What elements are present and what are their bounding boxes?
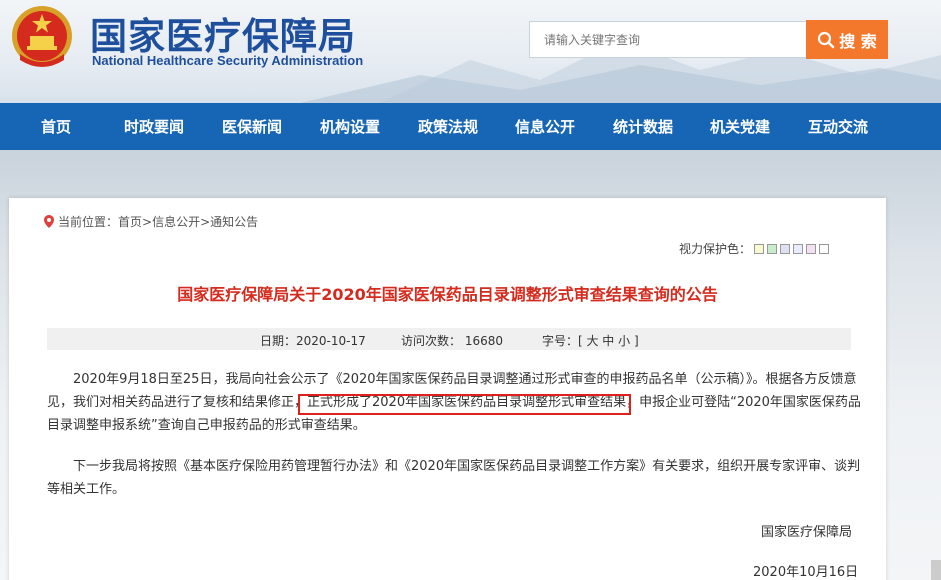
font-size-control[interactable]: 字号：[ 大 中 小 ] — [542, 332, 639, 349]
paragraph-line: 下一步我局将按照《基本医疗保险用药管理暂行办法》和《2020年国家医保药品目录调… — [73, 459, 861, 474]
article-paragraph-2: 下一步我局将按照《基本医疗保险用药管理暂行办法》和《2020年国家医保药品目录调… — [47, 455, 861, 501]
color-swatch-yellow[interactable] — [754, 243, 765, 254]
scrollbar[interactable] — [931, 560, 941, 580]
search-button[interactable]: 搜 索 — [806, 20, 888, 59]
article-meta: 日期：2020-10-17 访问次数： 16680 字号：[ 大 中 小 ] — [47, 328, 851, 350]
highlight-box — [298, 394, 631, 415]
site-title-cn[interactable]: 国家医疗保障局 — [90, 6, 356, 60]
article-title: 国家医疗保障局关于2020年国家医保药品目录调整形式审查结果查询的公告 — [177, 285, 718, 304]
paragraph-text: 见，我们对相关药品进行了复核和结果修正， — [47, 395, 308, 410]
article-sign-date: 2020年10月16日 — [753, 565, 859, 580]
vision-label: 视力保护色： — [679, 242, 752, 256]
breadcrumb-item-disclosure[interactable]: 信息公开 — [152, 213, 200, 230]
main-nav: 首页 时政要闻 医保新闻 机构设置 政策法规 信息公开 统计数据 机关党建 互动… — [0, 103, 941, 150]
location-pin-icon — [44, 215, 54, 228]
nav-item-interaction[interactable]: 互动交流 — [808, 103, 868, 150]
nav-item-policy[interactable]: 政策法规 — [418, 103, 478, 150]
color-swatch-pink[interactable] — [806, 243, 817, 254]
paragraph-line: 2020年9月18日至25日，我局向社会公示了《2020年国家医保药品目录调整通… — [73, 372, 857, 387]
nav-item-disclosure[interactable]: 信息公开 — [515, 103, 575, 150]
site-header: 国家医疗保障局 National Healthcare Security Adm… — [0, 0, 941, 103]
nav-item-statistics[interactable]: 统计数据 — [613, 103, 673, 150]
color-swatch-green[interactable] — [767, 243, 778, 254]
breadcrumb-separator: > — [200, 214, 211, 229]
breadcrumb: 当前位置： 首页 > 信息公开 > 通知公告 — [44, 213, 258, 230]
nav-item-medical-news[interactable]: 医保新闻 — [222, 103, 282, 150]
color-swatch-white[interactable] — [819, 243, 830, 254]
vision-protection-color: 视力保护色： — [679, 240, 830, 257]
nav-item-home[interactable]: 首页 — [41, 103, 71, 150]
article-visits: 访问次数： 16680 — [401, 334, 503, 348]
search-input[interactable] — [529, 21, 807, 58]
search-icon — [818, 31, 835, 48]
nav-item-news[interactable]: 时政要闻 — [124, 103, 184, 150]
nav-item-organization[interactable]: 机构设置 — [320, 103, 380, 150]
site-title-en: National Healthcare Security Administrat… — [92, 53, 364, 68]
article-signature: 国家医疗保障局 — [761, 525, 853, 540]
paragraph-line: 目录调整申报系统”查询自己申报药品的形式审查结果。 — [47, 418, 366, 433]
color-swatch-lavender[interactable] — [793, 243, 804, 254]
breadcrumb-item-home[interactable]: 首页 — [118, 213, 142, 230]
article-date: 日期：2020-10-17 — [260, 334, 366, 348]
search-button-label: 搜 索 — [839, 31, 877, 51]
breadcrumb-prefix: 当前位置： — [58, 215, 119, 229]
breadcrumb-separator: > — [142, 214, 153, 229]
national-emblem-icon — [12, 6, 72, 67]
breadcrumb-item-notices[interactable]: 通知公告 — [210, 213, 258, 230]
nav-item-party[interactable]: 机关党建 — [710, 103, 770, 150]
paragraph-line: 等相关工作。 — [47, 482, 126, 497]
paragraph-text: 申报企业可登陆“2020年国家医保药品 — [639, 395, 861, 410]
color-swatch-blue[interactable] — [780, 243, 791, 254]
